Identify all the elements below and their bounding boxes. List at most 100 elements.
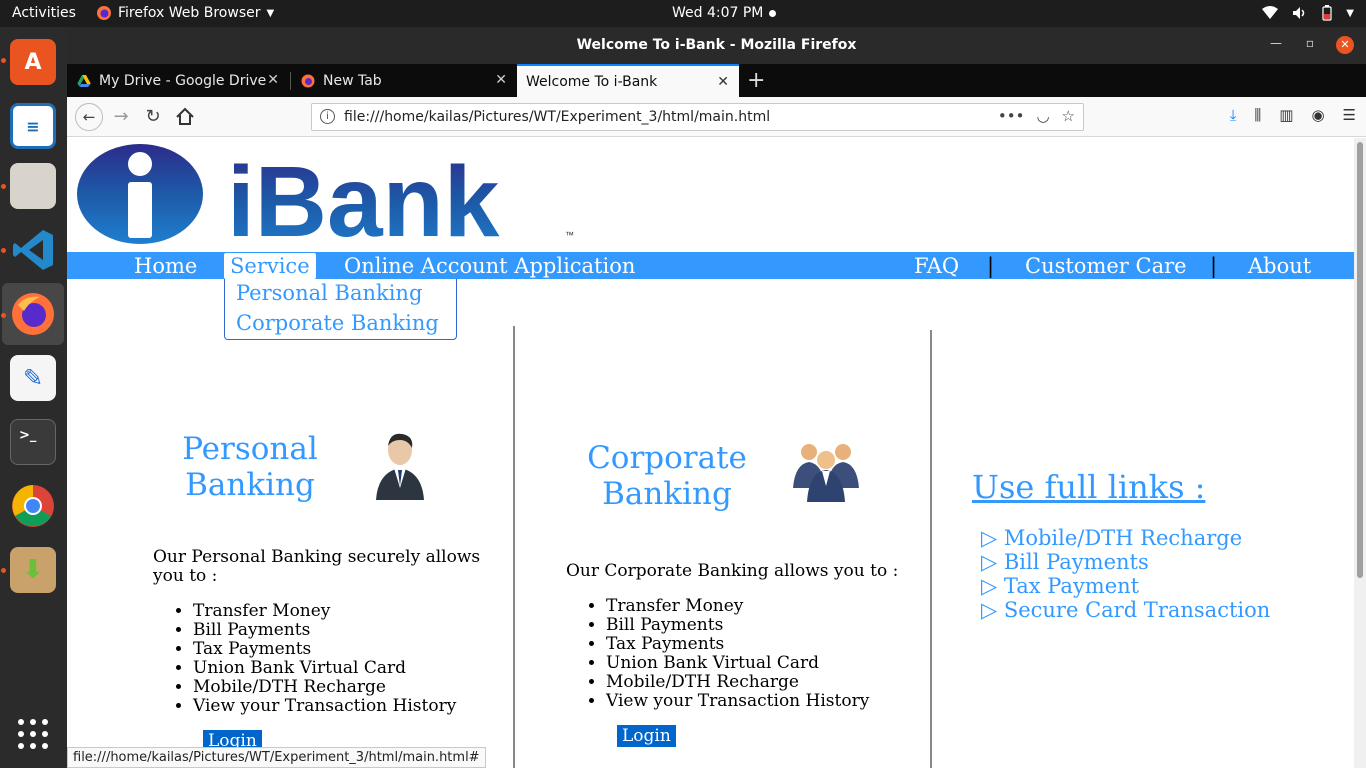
dock-files[interactable] <box>2 155 64 217</box>
menu-home[interactable]: Home <box>134 254 197 278</box>
terminal-icon: >_ <box>10 419 56 465</box>
reload-button[interactable]: ↻ <box>141 105 165 129</box>
menu-about[interactable]: About <box>1248 254 1311 278</box>
close-window-button[interactable]: ✕ <box>1336 36 1354 54</box>
dock-chrome[interactable] <box>2 475 64 537</box>
system-top-bar: Activities Firefox Web Browser ▼ Wed 4:0… <box>0 0 1366 27</box>
list-item: Bill Payments <box>606 616 869 635</box>
corporate-login-button[interactable]: Login <box>617 725 676 747</box>
tab-welcome-ibank[interactable]: Welcome To i-Bank ✕ <box>517 64 739 97</box>
firefox-icon <box>301 74 315 87</box>
download-icon[interactable]: ⤓ <box>1230 106 1237 124</box>
archive-download-icon: ⬇ <box>10 547 56 593</box>
close-icon[interactable]: ✕ <box>495 72 507 88</box>
show-applications-button[interactable] <box>2 703 64 765</box>
useful-link-secure-card-transaction[interactable]: ▷ Secure Card Transaction <box>981 598 1270 622</box>
menu-separator: | <box>1210 254 1218 278</box>
page-content: iBank ™ Home Service Online Account Appl… <box>67 138 1354 768</box>
running-indicator <box>1 184 6 189</box>
window-title-bar: Welcome To i-Bank - Mozilla Firefox — ▫ … <box>67 27 1366 64</box>
businessman-icon <box>376 433 424 500</box>
pocket-icon[interactable]: ◡ <box>1036 107 1049 125</box>
menu-icon[interactable]: ☰ <box>1343 106 1356 124</box>
volume-icon <box>1293 7 1305 19</box>
list-item: Tax Payments <box>606 635 869 654</box>
useful-links-title[interactable]: Use full links : <box>972 468 1205 506</box>
dock-software-center[interactable]: A <box>2 31 64 93</box>
corporate-banking-title: Corporate Banking <box>582 440 752 512</box>
menu-customer-care[interactable]: Customer Care <box>1025 254 1187 278</box>
running-indicator <box>1 248 6 253</box>
files-icon <box>10 163 56 209</box>
library-icon[interactable]: ⫼ <box>1254 106 1261 124</box>
main-menu: Home Service Online Account Application … <box>67 252 1354 279</box>
bookmark-star-icon[interactable]: ☆ <box>1062 107 1075 125</box>
dropdown-corporate-banking[interactable]: Corporate Banking <box>236 311 439 335</box>
navigation-toolbar: ← → ↻ i file:///home/kailas/Pictures/WT/… <box>67 97 1366 137</box>
url-text: file:///home/kailas/Pictures/WT/Experime… <box>344 109 771 125</box>
list-item: Transfer Money <box>193 602 456 621</box>
list-item: Mobile/DTH Recharge <box>606 673 869 692</box>
firefox-icon <box>97 6 111 20</box>
column-divider <box>513 326 515 768</box>
system-tray[interactable]: ▼ <box>1262 5 1354 21</box>
corporate-intro-text: Our Corporate Banking allows you to : <box>566 561 899 581</box>
corporate-features-list: Transfer Money Bill Payments Tax Payment… <box>606 597 869 711</box>
personal-features-list: Transfer Money Bill Payments Tax Payment… <box>193 602 456 716</box>
useful-link-mobile-recharge[interactable]: ▷ Mobile/DTH Recharge <box>981 526 1270 550</box>
dock-firefox[interactable] <box>2 283 64 345</box>
menu-online-account-application[interactable]: Online Account Application <box>344 254 635 278</box>
activities-button[interactable]: Activities <box>12 5 76 21</box>
back-button[interactable]: ← <box>75 103 103 131</box>
list-item: Mobile/DTH Recharge <box>193 678 456 697</box>
forward-button[interactable]: → <box>109 105 133 129</box>
sidebar-icon[interactable]: ▥ <box>1279 106 1293 124</box>
app-grid-icon <box>18 719 48 749</box>
tab-google-drive[interactable]: My Drive - Google Drive ✕ <box>67 64 289 97</box>
new-tab-button[interactable]: + <box>747 68 765 93</box>
minimize-button[interactable]: — <box>1270 36 1282 50</box>
close-icon[interactable]: ✕ <box>267 72 279 88</box>
wifi-icon <box>1262 6 1279 19</box>
battery-icon <box>1322 5 1332 21</box>
svg-text:™: ™ <box>565 230 574 240</box>
dock-text-editor[interactable]: ✎ <box>2 347 64 409</box>
app-menu[interactable]: Firefox Web Browser ▼ <box>96 5 274 21</box>
tab-label: My Drive - Google Drive <box>99 72 267 89</box>
ibank-logo: iBank ™ <box>77 142 577 258</box>
list-item: Union Bank Virtual Card <box>193 659 456 678</box>
url-bar[interactable]: i file:///home/kailas/Pictures/WT/Experi… <box>311 103 1084 131</box>
running-indicator <box>1 58 6 63</box>
home-icon[interactable] <box>173 105 197 129</box>
caret-down-icon: ▼ <box>1346 7 1354 19</box>
page-actions-icon[interactable]: ••• <box>998 107 1025 125</box>
menu-service[interactable]: Service <box>224 253 316 279</box>
list-item: Transfer Money <box>606 597 869 616</box>
menu-faq[interactable]: FAQ <box>914 254 959 278</box>
title-line: Banking <box>602 476 732 512</box>
app-menu-label: Firefox Web Browser <box>118 5 261 21</box>
chrome-icon <box>12 485 54 527</box>
tab-label: New Tab <box>323 72 382 89</box>
dock-writer[interactable]: ≡ <box>2 95 64 157</box>
dock-archive-manager[interactable]: ⬇ <box>2 539 64 601</box>
dropdown-personal-banking[interactable]: Personal Banking <box>236 281 422 305</box>
page-scrollbar[interactable] <box>1354 138 1366 768</box>
title-line: Personal <box>182 431 318 467</box>
tab-strip: My Drive - Google Drive ✕ New Tab ✕ Welc… <box>67 64 1366 97</box>
tab-new-tab[interactable]: New Tab ✕ <box>291 64 517 97</box>
scrollbar-thumb[interactable] <box>1357 142 1363 578</box>
maximize-button[interactable]: ▫ <box>1306 36 1314 50</box>
list-item: Union Bank Virtual Card <box>606 654 869 673</box>
clock[interactable]: Wed 4:07 PM <box>672 5 777 21</box>
dock-vscode[interactable] <box>2 219 64 281</box>
notification-dot <box>769 9 777 17</box>
service-dropdown: Personal Banking Corporate Banking <box>224 279 457 340</box>
info-icon[interactable]: i <box>320 109 335 124</box>
dock-terminal[interactable]: >_ <box>2 411 64 473</box>
close-icon[interactable]: ✕ <box>717 74 729 90</box>
account-icon[interactable]: ◉ <box>1311 106 1324 124</box>
personal-intro-text: Our Personal Banking securely allows you… <box>153 547 481 586</box>
useful-link-tax-payment[interactable]: ▷ Tax Payment <box>981 574 1270 598</box>
useful-link-bill-payments[interactable]: ▷ Bill Payments <box>981 550 1270 574</box>
